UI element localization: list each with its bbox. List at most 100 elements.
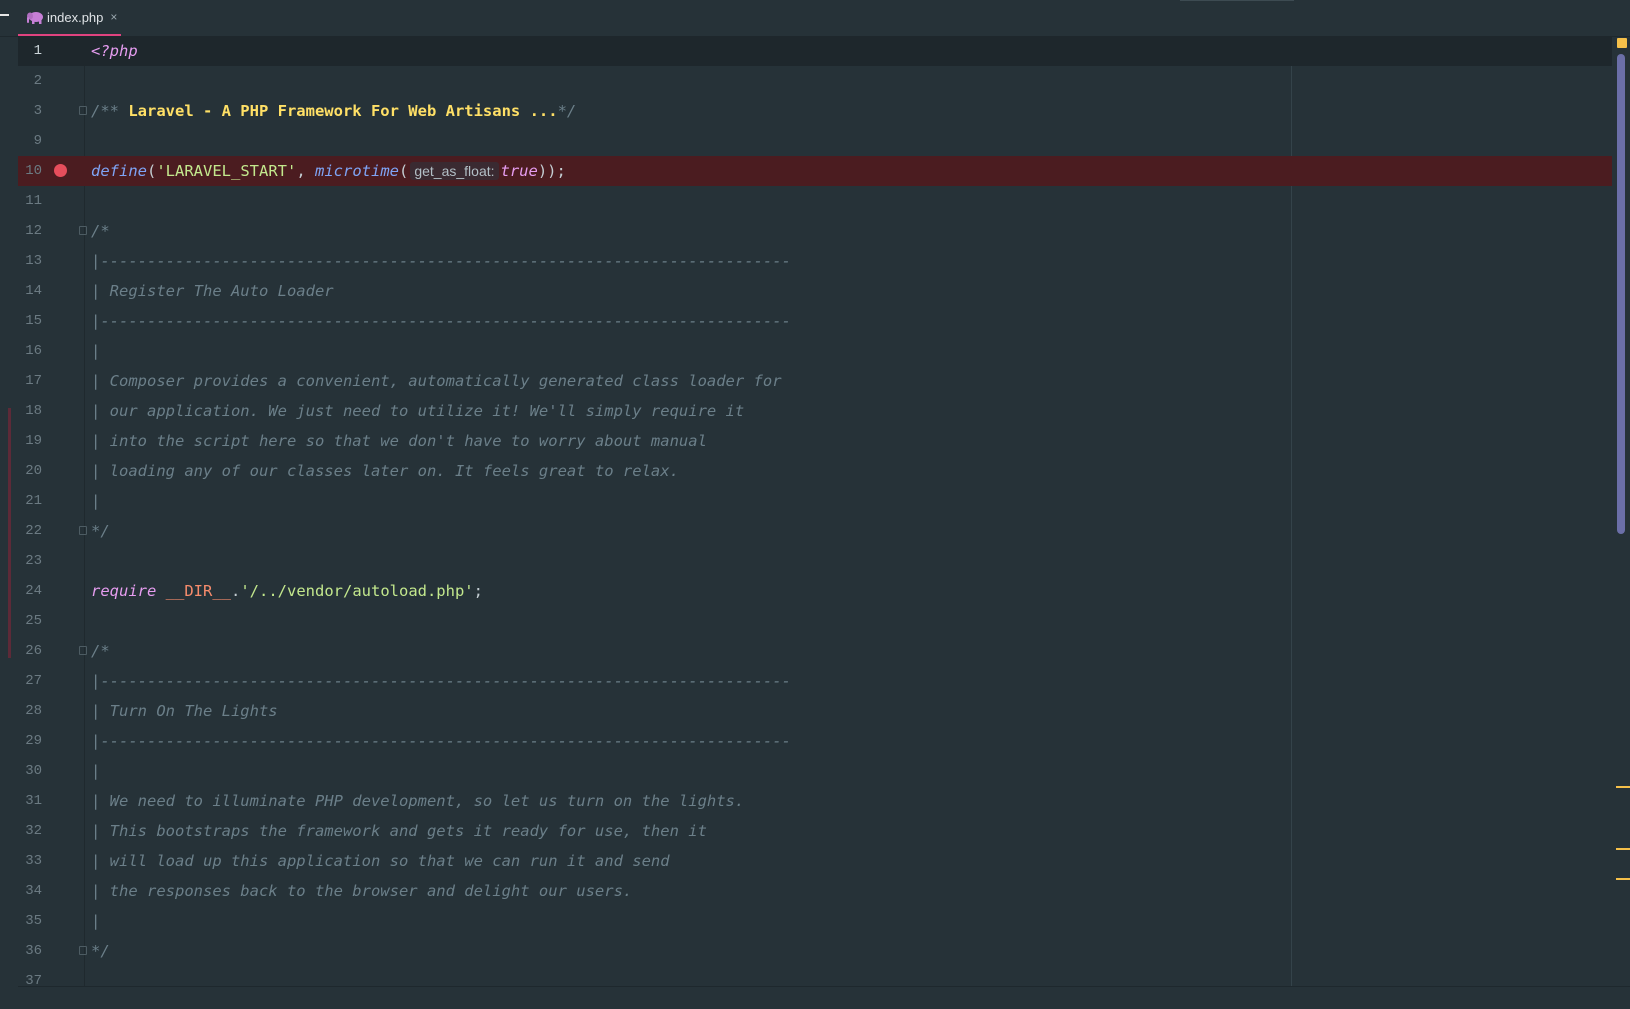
- line-number: 31: [25, 793, 42, 809]
- comment-text: |: [91, 762, 101, 780]
- code-line[interactable]: 16 |: [18, 336, 1612, 366]
- code-line[interactable]: 21 |: [18, 486, 1612, 516]
- line-number: 28: [25, 703, 42, 719]
- comment-text: |: [91, 492, 101, 510]
- code-editor[interactable]: 1 <?php 2 3 /** Laravel - A PHP Framewor…: [18, 36, 1612, 986]
- line-number: 29: [25, 733, 42, 749]
- line-number: 15: [25, 313, 42, 329]
- code-line[interactable]: 9: [18, 126, 1612, 156]
- tab-label: index.php: [47, 9, 104, 25]
- define-function: define: [91, 162, 147, 180]
- line-number: 24: [25, 583, 42, 599]
- code-line[interactable]: 2: [18, 66, 1612, 96]
- php-elephant-icon: [27, 12, 43, 24]
- fold-icon[interactable]: [79, 946, 87, 955]
- microtime-function: microtime: [315, 162, 399, 180]
- tab-bar: index.php ×: [0, 0, 1630, 37]
- status-bar: [18, 986, 1630, 1009]
- line-number: 2: [33, 73, 42, 89]
- code-line[interactable]: 34 | the responses back to the browser a…: [18, 876, 1612, 906]
- code-line[interactable]: 25: [18, 606, 1612, 636]
- dir-constant: __DIR__: [165, 582, 231, 600]
- code-line[interactable]: 33 | will load up this application so th…: [18, 846, 1612, 876]
- comment-text: |: [91, 342, 101, 360]
- string-literal: '/../vendor/autoload.php': [240, 582, 474, 600]
- vertical-scrollbar[interactable]: [1617, 54, 1625, 534]
- line-number: 21: [25, 493, 42, 509]
- tab-index-php[interactable]: index.php ×: [18, 0, 121, 36]
- fold-icon[interactable]: [79, 526, 87, 535]
- code-line[interactable]: 31 | We need to illuminate PHP developme…: [18, 786, 1612, 816]
- line-number: 20: [25, 463, 42, 479]
- php-open-tag: <?php: [91, 42, 138, 60]
- concat-dot: .: [231, 582, 241, 600]
- code-line-breakpoint[interactable]: 10 define('LARAVEL_START', microtime(get…: [18, 156, 1612, 186]
- code-line[interactable]: 12 /*: [18, 216, 1612, 246]
- code-line[interactable]: 18 | our application. We just need to ut…: [18, 396, 1612, 426]
- comment-text: | We need to illuminate PHP development,…: [91, 792, 745, 810]
- code-line[interactable]: 23: [18, 546, 1612, 576]
- line-number: 36: [25, 943, 42, 959]
- code-line[interactable]: 11: [18, 186, 1612, 216]
- comment-text: | our application. We just need to utili…: [91, 402, 745, 420]
- line-number: 16: [25, 343, 42, 359]
- line-number: 12: [25, 223, 42, 239]
- line-number: 34: [25, 883, 42, 899]
- fold-icon[interactable]: [79, 106, 87, 115]
- line-number: 1: [33, 43, 42, 59]
- error-stripe-marker[interactable]: [1616, 848, 1630, 850]
- code-line[interactable]: 36 */: [18, 936, 1612, 966]
- line-number: 23: [25, 553, 42, 569]
- code-line[interactable]: 29 |------------------------------------…: [18, 726, 1612, 756]
- comma: ,: [296, 162, 315, 180]
- parameter-hint: get_as_float:: [410, 162, 499, 180]
- comment-text: |---------------------------------------…: [91, 312, 791, 330]
- line-number: 14: [25, 283, 42, 299]
- doc-close: */: [557, 102, 577, 120]
- line-number: 25: [25, 613, 42, 629]
- code-line[interactable]: 28 | Turn On The Lights: [18, 696, 1612, 726]
- comment-text: | Turn On The Lights: [91, 702, 278, 720]
- comment-text: |: [91, 912, 101, 930]
- code-line[interactable]: 37: [18, 966, 1612, 986]
- code-line[interactable]: 24 require __DIR__.'/../vendor/autoload.…: [18, 576, 1612, 606]
- comment-text: /*: [91, 642, 110, 660]
- code-line[interactable]: 15 |------------------------------------…: [18, 306, 1612, 336]
- code-line[interactable]: 32 | This bootstraps the framework and g…: [18, 816, 1612, 846]
- error-stripe-marker[interactable]: [1616, 786, 1630, 788]
- vcs-change-marker: [8, 408, 11, 658]
- true-keyword: true: [500, 162, 538, 180]
- comment-text: |---------------------------------------…: [91, 252, 791, 270]
- panel-toggle[interactable]: [0, 14, 9, 16]
- line-content: define('LARAVEL_START', microtime(get_as…: [91, 156, 566, 186]
- code-line[interactable]: 13 |------------------------------------…: [18, 246, 1612, 276]
- code-line[interactable]: 20 | loading any of our classes later on…: [18, 456, 1612, 486]
- code-line[interactable]: 27 |------------------------------------…: [18, 666, 1612, 696]
- code-line[interactable]: 35 |: [18, 906, 1612, 936]
- fold-icon[interactable]: [79, 226, 87, 235]
- code-line[interactable]: 3 /** Laravel - A PHP Framework For Web …: [18, 96, 1612, 126]
- code-line[interactable]: 14 | Register The Auto Loader: [18, 276, 1612, 306]
- code-line[interactable]: 1 <?php: [18, 36, 1612, 66]
- code-line[interactable]: 19 | into the script here so that we don…: [18, 426, 1612, 456]
- comment-text: */: [91, 942, 110, 960]
- doc-title: Laravel - A PHP Framework For Web Artisa…: [128, 102, 558, 120]
- line-number: 37: [25, 973, 42, 986]
- fold-icon[interactable]: [79, 646, 87, 655]
- line-content: require __DIR__.'/../vendor/autoload.php…: [91, 576, 483, 606]
- code-line[interactable]: 30 |: [18, 756, 1612, 786]
- code-line[interactable]: 26 /*: [18, 636, 1612, 666]
- comment-text: | loading any of our classes later on. I…: [91, 462, 679, 480]
- warning-indicator-icon[interactable]: [1617, 38, 1627, 48]
- close-icon[interactable]: ×: [110, 10, 117, 24]
- line-number: 11: [25, 193, 42, 209]
- code-line[interactable]: 22 */: [18, 516, 1612, 546]
- string-literal: 'LARAVEL_START': [156, 162, 297, 180]
- line-number: 17: [25, 373, 42, 389]
- paren: (: [147, 162, 157, 180]
- code-line[interactable]: 17 | Composer provides a convenient, aut…: [18, 366, 1612, 396]
- error-stripe-marker[interactable]: [1616, 878, 1630, 880]
- breakpoint-icon[interactable]: [54, 164, 67, 177]
- line-number: 18: [25, 403, 42, 419]
- line-number: 33: [25, 853, 42, 869]
